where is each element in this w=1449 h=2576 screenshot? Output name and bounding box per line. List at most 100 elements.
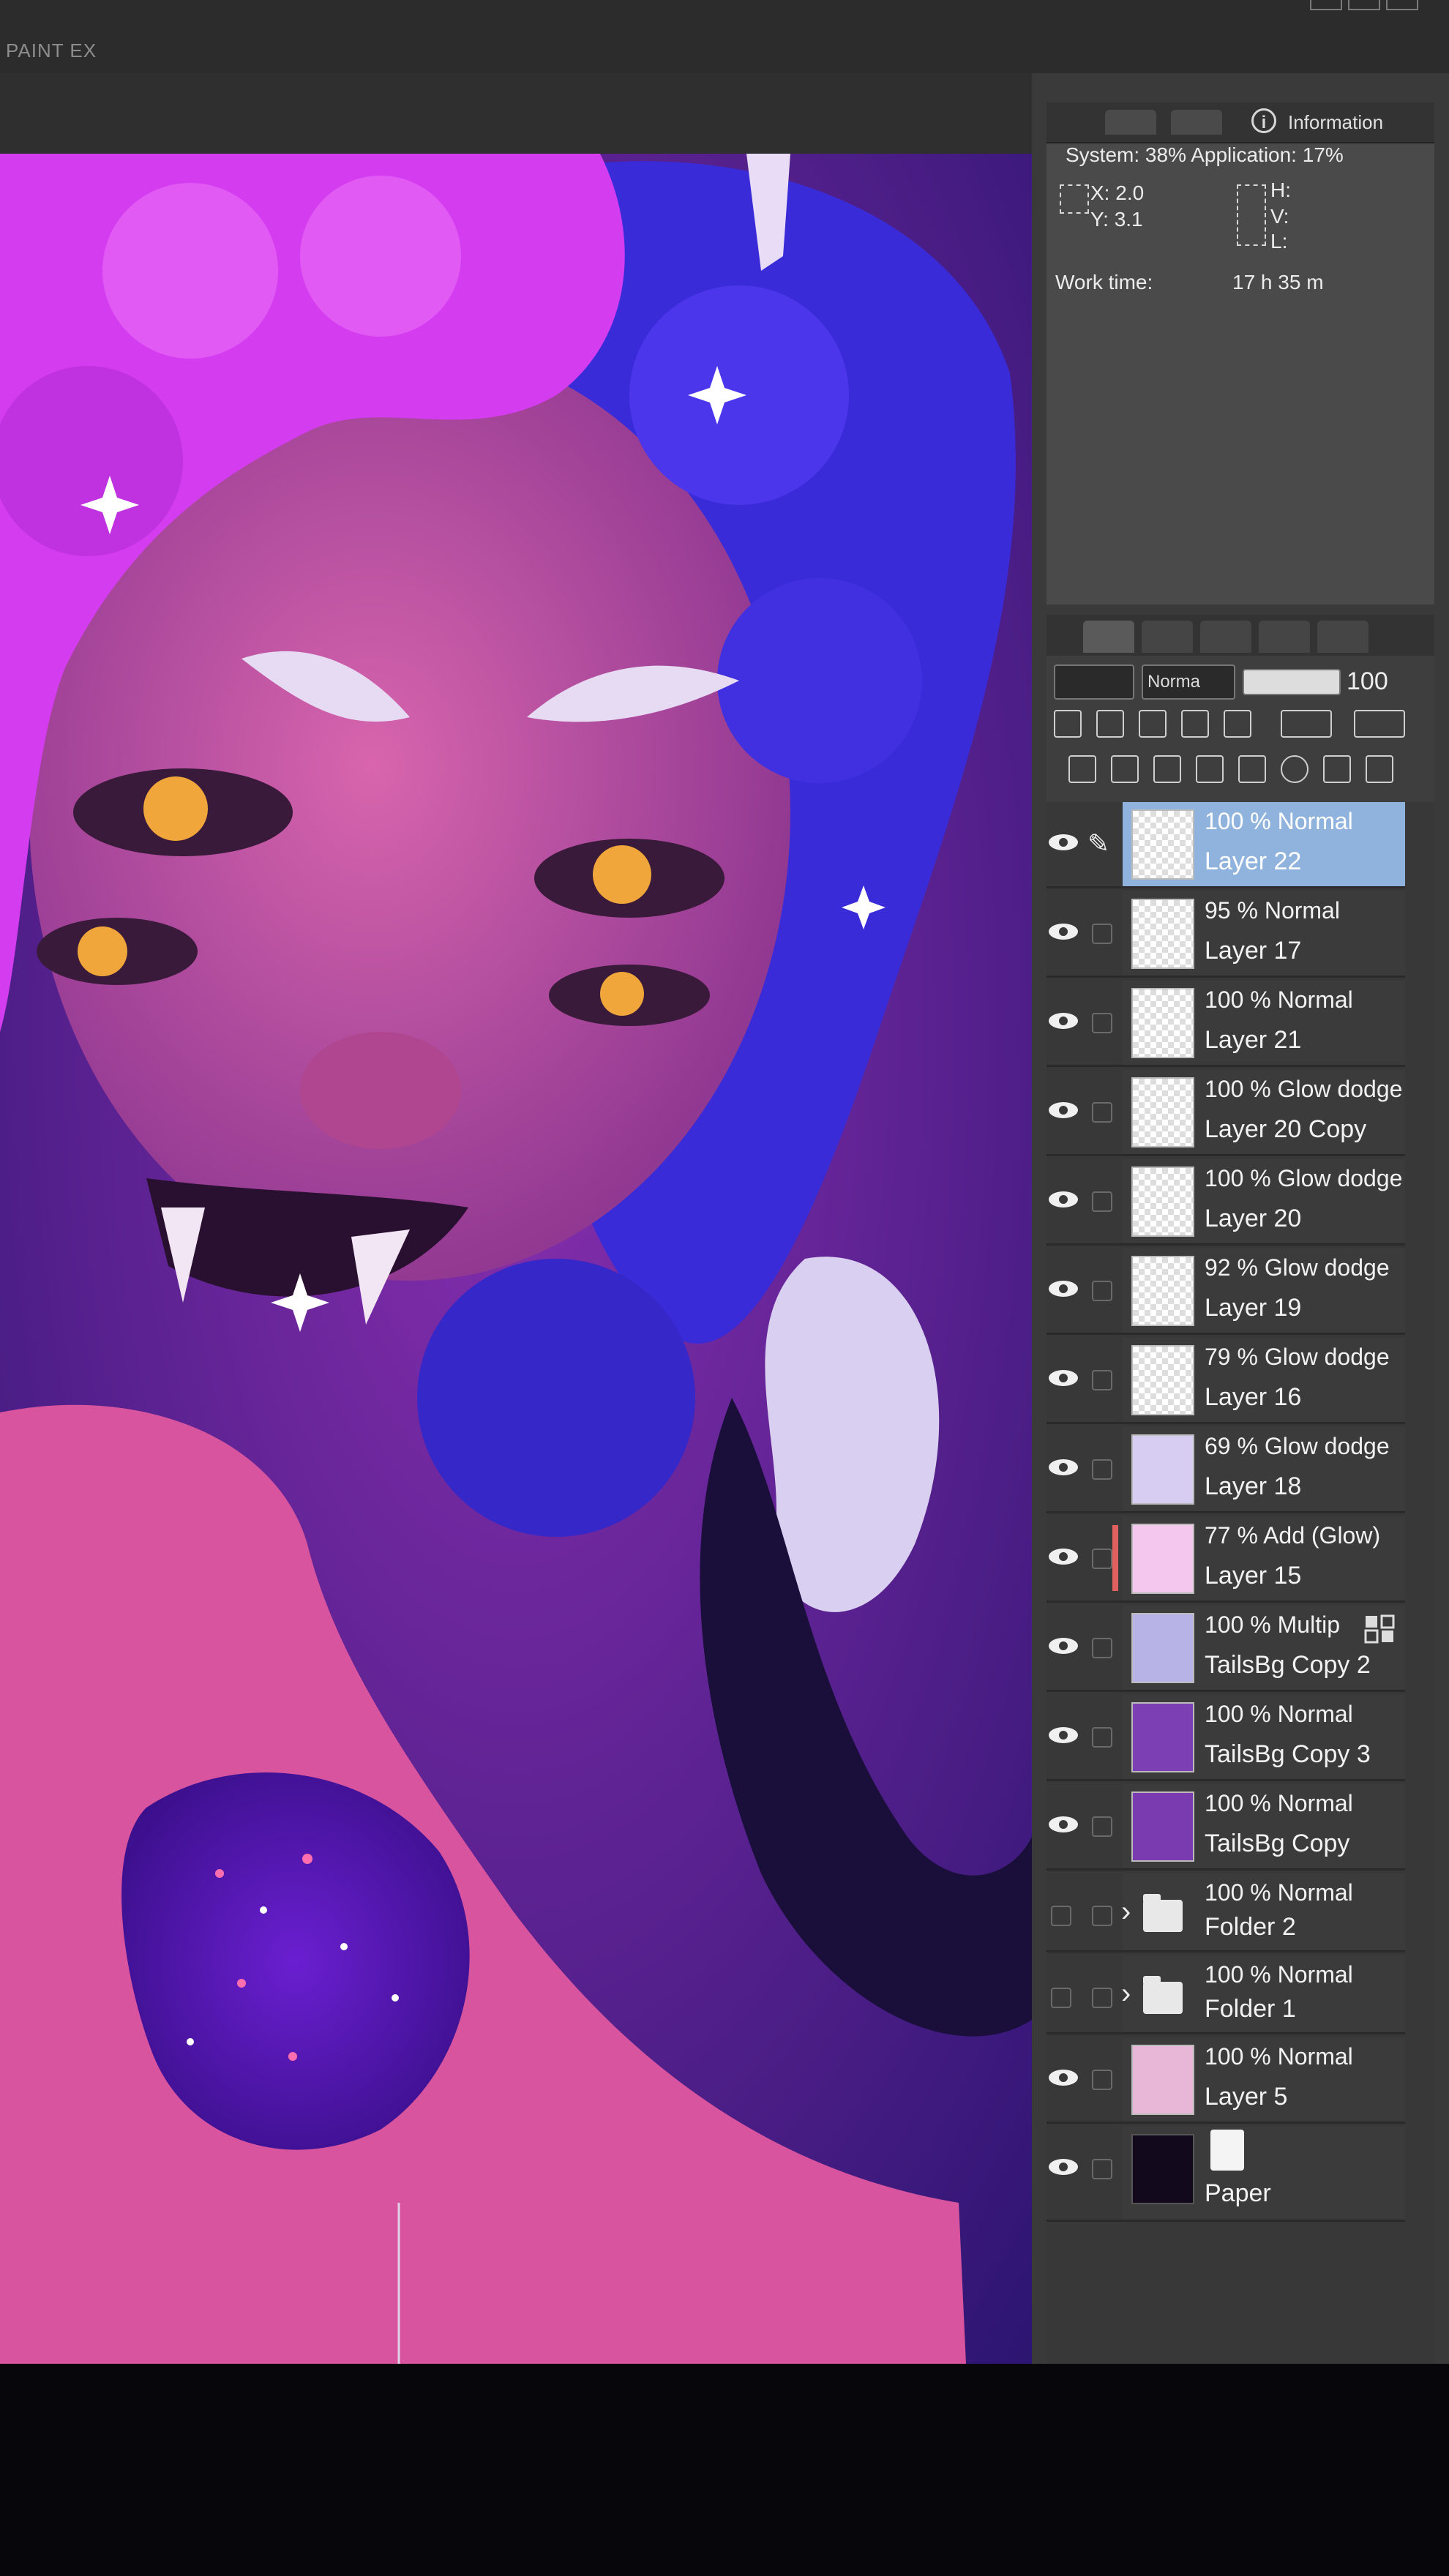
folder-row[interactable]: › 100 % Normal Folder 2	[1046, 1873, 1405, 1952]
layer-info[interactable]: 100 % Normal Layer 5	[1123, 2037, 1405, 2122]
draft-layer-icon[interactable]	[1139, 710, 1167, 738]
layer-info[interactable]: 79 % Glow dodge Layer 16	[1123, 1338, 1405, 1422]
eye-icon[interactable]	[1046, 1546, 1080, 1568]
layer-row[interactable]: 100 % Normal TailsBg Copy	[1046, 1784, 1405, 1871]
layer-info[interactable]: › 100 % Normal Folder 2	[1121, 1873, 1405, 1950]
layer-info[interactable]: 100 % Glow dodge Layer 20	[1123, 1159, 1405, 1243]
paper-row[interactable]: Paper	[1046, 2127, 1405, 2222]
visibility-checkbox[interactable]	[1051, 1906, 1071, 1926]
new-raster-layer-icon[interactable]	[1068, 755, 1096, 783]
eye-icon[interactable]	[1046, 921, 1080, 943]
mask-toggle-icon[interactable]	[1281, 710, 1332, 738]
layer-info[interactable]: 100 % Normal Layer 22	[1123, 802, 1405, 886]
reference-layer-icon[interactable]	[1096, 710, 1124, 738]
layer-checkbox[interactable]	[1092, 1727, 1112, 1748]
layer-row[interactable]: 77 % Add (Glow) Layer 15	[1046, 1516, 1405, 1603]
eye-icon[interactable]	[1046, 1813, 1080, 1835]
layer-row[interactable]: 100 % Glow dodge Layer 20 Copy	[1046, 1070, 1405, 1156]
layer-info[interactable]: 100 % Normal Layer 21	[1123, 981, 1405, 1065]
layer-info[interactable]: 69 % Glow dodge Layer 18	[1123, 1427, 1405, 1511]
layer-row[interactable]: 95 % Normal Layer 17	[1046, 891, 1405, 978]
command-bar	[0, 73, 1032, 156]
combine-layer-icon[interactable]	[1238, 755, 1266, 783]
layer-checkbox[interactable]	[1092, 1549, 1112, 1569]
layer-row[interactable]: 100 % Normal TailsBg Copy 3	[1046, 1695, 1405, 1781]
layer-color-dropdown[interactable]	[1054, 664, 1134, 700]
eye-icon[interactable]	[1046, 1278, 1080, 1300]
layer-checkbox[interactable]	[1092, 2070, 1112, 2090]
opacity-value[interactable]: 100	[1347, 667, 1388, 696]
lock-icon[interactable]	[1181, 710, 1209, 738]
lock-transparency-icon[interactable]	[1224, 710, 1251, 738]
layer-row[interactable]: 92 % Glow dodge Layer 19	[1046, 1248, 1405, 1335]
layer-checkbox[interactable]	[1092, 1459, 1112, 1480]
blend-mode-dropdown[interactable]: Norma	[1142, 664, 1235, 700]
layer-checkbox[interactable]	[1092, 1816, 1112, 1837]
eye-icon[interactable]	[1046, 1367, 1080, 1389]
chevron-right-icon[interactable]: ›	[1121, 1977, 1131, 2010]
layer-info[interactable]: 95 % Normal Layer 17	[1123, 891, 1405, 976]
tab-history[interactable]	[1200, 621, 1251, 653]
eye-icon[interactable]	[1046, 2067, 1080, 2089]
eye-icon[interactable]	[1046, 2156, 1080, 2178]
chevron-right-icon[interactable]: ›	[1121, 1895, 1131, 1928]
tab-layer[interactable]	[1083, 621, 1134, 653]
layer-info[interactable]: Paper	[1123, 2127, 1405, 2220]
add-mask-icon[interactable]	[1281, 755, 1308, 783]
layer-checkbox[interactable]	[1092, 1281, 1112, 1301]
eye-icon[interactable]	[1046, 1635, 1080, 1657]
layer-row[interactable]: 100 % Glow dodge Layer 20	[1046, 1159, 1405, 1246]
eye-icon[interactable]	[1046, 1010, 1080, 1032]
layer-row[interactable]: 79 % Glow dodge Layer 16	[1046, 1338, 1405, 1424]
trash-icon[interactable]	[1366, 755, 1393, 783]
tab-subview[interactable]	[1171, 110, 1222, 135]
layer-name: Layer 21	[1205, 1026, 1302, 1054]
folder-row[interactable]: › 100 % Normal Folder 1	[1046, 1955, 1405, 2034]
layer-checkbox[interactable]	[1092, 2159, 1112, 2179]
visibility-checkbox[interactable]	[1051, 1988, 1071, 2008]
layer-checkbox[interactable]	[1092, 1013, 1112, 1033]
layer-checkbox[interactable]	[1092, 1988, 1112, 2008]
ruler-toggle-icon[interactable]	[1354, 710, 1405, 738]
transfer-down-icon[interactable]	[1196, 755, 1224, 783]
new-vector-layer-icon[interactable]	[1111, 755, 1139, 783]
layer-info[interactable]: › 100 % Normal Folder 1	[1121, 1955, 1405, 2032]
tab-information[interactable]: Information	[1288, 111, 1383, 134]
apply-mask-icon[interactable]	[1323, 755, 1351, 783]
new-folder-icon[interactable]	[1153, 755, 1181, 783]
layer-info[interactable]: 100 % Normal TailsBg Copy 3	[1123, 1695, 1405, 1779]
layer-info[interactable]: 100 % Glow dodge Layer 20 Copy	[1123, 1070, 1405, 1154]
opacity-slider[interactable]	[1243, 669, 1341, 695]
maximize-button[interactable]	[1348, 0, 1380, 10]
layer-info[interactable]: 77 % Add (Glow) Layer 15	[1112, 1516, 1405, 1600]
layer-blend-mode: 100 % Normal	[1205, 1790, 1353, 1816]
eye-icon[interactable]	[1046, 1456, 1080, 1478]
layer-thumbnail	[1131, 1702, 1194, 1772]
eye-icon[interactable]	[1046, 1188, 1080, 1210]
layer-checkbox[interactable]	[1092, 1370, 1112, 1390]
layer-checkbox[interactable]	[1092, 924, 1112, 944]
close-button[interactable]	[1386, 0, 1418, 10]
layer-info[interactable]: 100 % Normal TailsBg Copy	[1123, 1784, 1405, 1868]
layer-checkbox[interactable]	[1092, 1638, 1112, 1658]
eye-icon[interactable]	[1046, 831, 1080, 853]
eye-icon[interactable]	[1046, 1724, 1080, 1746]
layer-row[interactable]: 100 % Multip TailsBg Copy 2	[1046, 1606, 1405, 1692]
tab-auto-actions[interactable]	[1259, 621, 1310, 653]
layer-row[interactable]: 69 % Glow dodge Layer 18	[1046, 1427, 1405, 1513]
layer-checkbox[interactable]	[1092, 1102, 1112, 1123]
tab-navigator[interactable]	[1105, 110, 1156, 135]
layer-row[interactable]: ✎ 100 % Normal Layer 22	[1046, 802, 1405, 888]
layer-checkbox[interactable]	[1092, 1906, 1112, 1926]
eye-icon[interactable]	[1046, 1099, 1080, 1121]
layer-info[interactable]: 100 % Multip TailsBg Copy 2	[1123, 1606, 1405, 1690]
layer-info[interactable]: 92 % Glow dodge Layer 19	[1123, 1248, 1405, 1333]
layer-row[interactable]: 100 % Normal Layer 5	[1046, 2037, 1405, 2124]
layer-checkbox[interactable]	[1092, 1191, 1112, 1212]
minimize-button[interactable]	[1310, 0, 1342, 10]
layer-row[interactable]: 100 % Normal Layer 21	[1046, 981, 1405, 1067]
clipping-icon[interactable]	[1054, 710, 1082, 738]
tab-layer-property[interactable]	[1142, 621, 1193, 653]
drawing-canvas[interactable]	[0, 154, 1032, 2364]
tab-material[interactable]	[1317, 621, 1368, 653]
